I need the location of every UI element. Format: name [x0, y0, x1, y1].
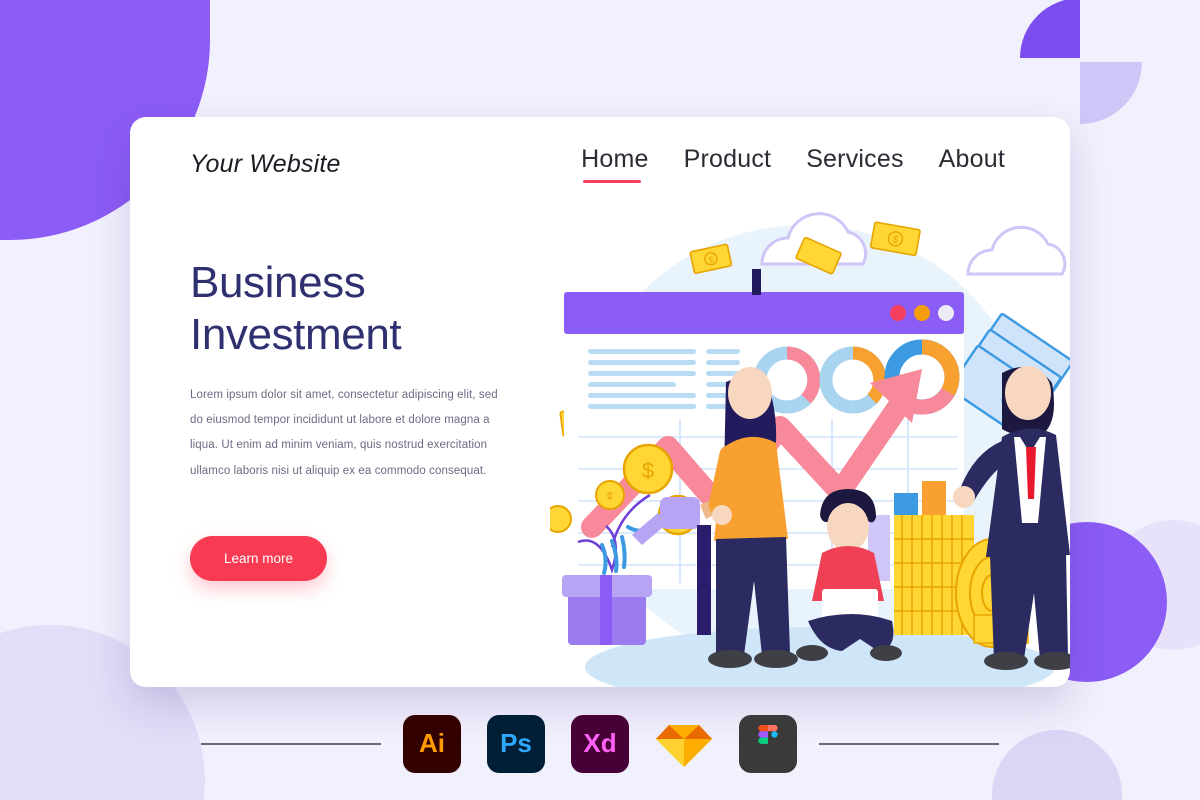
- tool-icon-row: Ai Ps Xd: [403, 714, 797, 773]
- hero-illustration: $ $ $ $: [550, 197, 1070, 687]
- adobe-xd-icon[interactable]: Xd: [571, 714, 629, 773]
- page-title-line-2: Investment: [190, 309, 402, 359]
- nav-item-services[interactable]: Services: [806, 145, 903, 184]
- landing-page-card: Your Website Home Product Services About…: [130, 117, 1070, 687]
- svg-text:$: $: [642, 458, 654, 483]
- decor-quarter-circle-lavender: [1080, 62, 1142, 124]
- window-dot-red: [890, 305, 906, 321]
- cloud-icon-right: [966, 225, 1067, 276]
- figma-icon[interactable]: [739, 714, 797, 773]
- divider-line-right: [819, 742, 999, 745]
- hero-paragraph: Lorem ipsum dolor sit amet, consectetur …: [190, 388, 498, 477]
- page-title-line-1: Business: [190, 258, 366, 307]
- nav-item-about[interactable]: About: [939, 145, 1005, 184]
- sketch-icon[interactable]: [655, 715, 713, 773]
- nav-item-home[interactable]: Home: [581, 145, 649, 184]
- photoshop-icon[interactable]: Ps: [487, 714, 545, 773]
- svg-text:¢: ¢: [607, 489, 614, 503]
- window-dot-orange: [914, 305, 930, 321]
- decor-quarter-circle-purple: [1020, 0, 1080, 58]
- design-tools-bar: Ai Ps Xd: [0, 687, 1200, 800]
- learn-more-button[interactable]: Learn more: [190, 536, 328, 581]
- gift-pot: [562, 575, 652, 645]
- illustrator-icon[interactable]: Ai: [403, 714, 461, 773]
- page-title: Business Investment: [190, 257, 520, 361]
- site-logo[interactable]: Your Website: [190, 150, 341, 179]
- window-dot-white: [938, 305, 954, 321]
- hero-content: Business Investment Lorem ipsum dolor si…: [190, 257, 520, 581]
- divider-line-left: [201, 742, 381, 745]
- main-navigation: Home Product Services About: [581, 145, 1010, 184]
- nav-item-product[interactable]: Product: [684, 145, 772, 184]
